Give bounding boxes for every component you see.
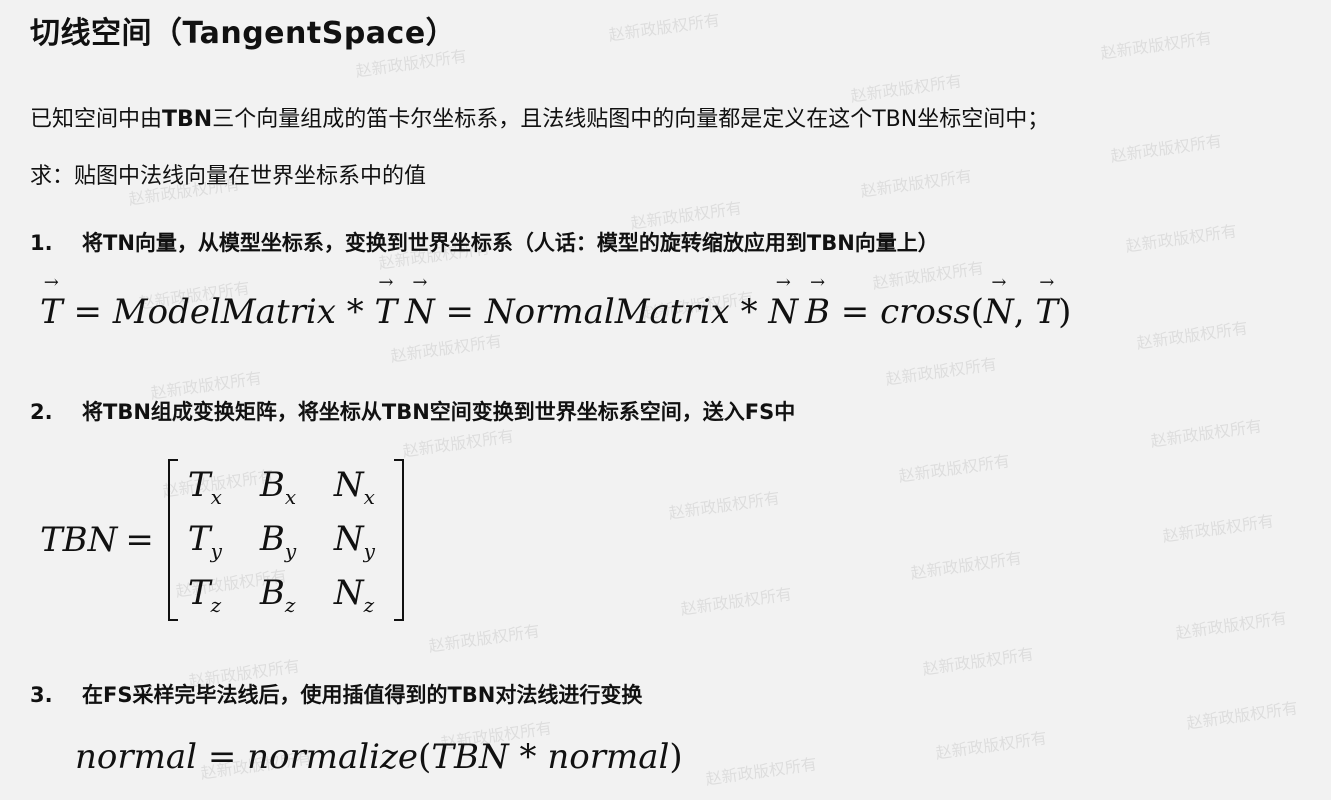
watermark: 赵新政版权所有 (667, 488, 782, 523)
step-3-number: 3. (30, 683, 53, 707)
watermark: 赵新政版权所有 (607, 10, 722, 45)
step-1-number: 1. (30, 231, 53, 255)
intro-line-1-post: 三个向量组成的笛卡尔坐标系，且法线贴图中的向量都是定义在这个TBN坐标空间中； (212, 107, 1050, 132)
normal-matrix-label: NormalMatrix (484, 292, 730, 332)
step-2: 2. 将TBN组成变换矩阵，将坐标从TBN空间变换到世界坐标系空间，送入FS中 (30, 396, 795, 426)
matrix-cell: Tx (187, 465, 222, 509)
intro-line-1-bold: TBN (162, 107, 213, 132)
model-matrix-label: ModelMatrix (112, 292, 336, 332)
normal-vector-symbol: N (984, 292, 1014, 332)
bitangent-vector-symbol: B (805, 292, 830, 332)
watermark: 赵新政版权所有 (401, 426, 516, 461)
watermark: 赵新政版权所有 (1161, 511, 1276, 546)
equation-tangent: T = ModelMatrix * T (40, 292, 397, 332)
watermark: 赵新政版权所有 (934, 728, 1049, 763)
normal-vector-symbol: N (405, 292, 435, 332)
watermark: 赵新政版权所有 (1099, 28, 1214, 63)
equals-sign: = (125, 520, 154, 560)
watermark: 赵新政版权所有 (389, 331, 504, 366)
intro-line-1-pre: 已知空间中由 (30, 107, 163, 132)
cross-function: cross (880, 292, 971, 332)
equation-bitangent: B = cross(N, T) (805, 292, 1071, 332)
matrix-cell: Bz (259, 573, 296, 617)
watermark: 赵新政版权所有 (897, 451, 1012, 486)
step-1-text: 将TN向量，从模型坐标系，变换到世界坐标系（人话：模型的旋转缩放应用到TBN向量… (82, 231, 939, 255)
tbn-label: TBN (40, 520, 118, 560)
intro-line-2: 求：贴图中法线向量在世界坐标系中的值 (30, 164, 427, 189)
matrix-cell: Nx (333, 465, 375, 509)
step-3-text: 在FS采样完毕法线后，使用插值得到的TBN对法线进行变换 (82, 683, 643, 707)
watermark: 赵新政版权所有 (1174, 608, 1289, 643)
watermark: 赵新政版权所有 (679, 584, 794, 619)
watermark: 赵新政版权所有 (859, 166, 974, 201)
equation-normal: N = NormalMatrix * N (405, 292, 798, 332)
watermark: 赵新政版权所有 (1149, 416, 1264, 451)
intro-line-1: 已知空间中由TBN三个向量组成的笛卡尔坐标系，且法线贴图中的向量都是定义在这个T… (30, 101, 1049, 133)
watermark: 赵新政版权所有 (704, 754, 819, 789)
matrix-cell: Nz (333, 573, 375, 617)
step-2-number: 2. (30, 400, 53, 424)
tbn-label: TBN (431, 737, 509, 777)
matrix-cell: Bx (259, 465, 297, 509)
watermark: 赵新政版权所有 (427, 621, 542, 656)
matrix-cell: Ny (333, 519, 375, 563)
tangent-vector-symbol: T (40, 292, 63, 332)
normal-label: normal (75, 737, 198, 777)
tbn-matrix: Tx Bx Nx Ty By Ny Tz Bz Nz (167, 457, 404, 623)
watermark: 赵新政版权所有 (1109, 131, 1224, 166)
step-2-text: 将TBN组成变换矩阵，将坐标从TBN空间变换到世界坐标系空间，送入FS中 (82, 400, 796, 424)
step-3: 3. 在FS采样完毕法线后，使用插值得到的TBN对法线进行变换 (30, 679, 642, 709)
matrix-cell: By (259, 519, 297, 563)
equation-final-normal: normal = normalize(TBN * normal) (75, 737, 683, 777)
tangent-vector-symbol: T (375, 292, 398, 332)
step-1: 1. 将TN向量，从模型坐标系，变换到世界坐标系（人话：模型的旋转缩放应用到TBN… (30, 227, 939, 257)
normal-label: normal (547, 737, 670, 777)
watermark: 赵新政版权所有 (909, 548, 1024, 583)
watermark: 赵新政版权所有 (871, 258, 986, 293)
normal-vector-symbol: N (768, 292, 798, 332)
normalize-function: normalize (247, 737, 419, 777)
watermark: 赵新政版权所有 (1124, 221, 1239, 256)
tangent-vector-symbol: T (1035, 292, 1058, 332)
watermark: 赵新政版权所有 (1185, 698, 1300, 733)
tbn-matrix-equation: TBN = Tx Bx Nx Ty By Ny Tz Bz Nz (40, 455, 404, 625)
watermark: 赵新政版权所有 (884, 354, 999, 389)
matrix-cell: Tz (187, 573, 222, 617)
page-title: 切线空间（TangentSpace） (30, 16, 457, 51)
watermark: 赵新政版权所有 (921, 644, 1036, 679)
matrix-cell: Ty (187, 519, 222, 563)
watermark: 赵新政版权所有 (1135, 318, 1250, 353)
